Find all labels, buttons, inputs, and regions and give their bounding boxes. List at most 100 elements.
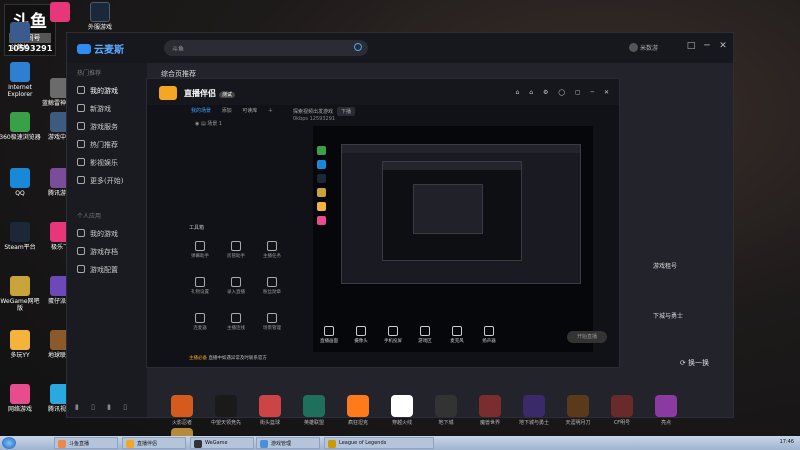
avatar — [629, 43, 638, 52]
steam-icon — [90, 2, 110, 22]
toolbox-item[interactable]: 粉丝勋章 — [255, 277, 289, 295]
desktop-icon[interactable]: 多玩YY — [0, 330, 42, 359]
bottom-tool[interactable]: 麦克风 — [441, 326, 473, 344]
sidebar-item[interactable]: 影视娱乐 — [67, 154, 147, 172]
bottom-tool[interactable]: 手机投屏 — [377, 326, 409, 344]
taskbar-item[interactable]: 斗鱼直播 — [54, 437, 118, 449]
game-tile[interactable]: 地下城 — [425, 395, 467, 426]
sidebar-item[interactable]: 游戏存档 — [67, 243, 147, 261]
game-tile[interactable]: 穿越火线 — [381, 395, 423, 426]
tab-my-scenes[interactable]: 我的场景 — [191, 108, 211, 114]
swap-button[interactable]: ⟳ 换一换 — [680, 358, 709, 368]
desktop-icon[interactable]: Internet Explorer — [0, 62, 42, 98]
toolbox-item[interactable]: 弹幕助手 — [183, 241, 217, 259]
stream-status-badge[interactable]: 下播 — [337, 107, 356, 116]
streaming-header-icons[interactable]: ⌂ ⌂ ⚙ ◯ ▢ ─ ✕ — [516, 89, 609, 96]
sidebar-item[interactable]: 热门推荐 — [67, 136, 147, 154]
tool-icon — [195, 241, 205, 251]
desktop-icon[interactable]: WeGame网吧版 — [0, 276, 42, 312]
sidebar-bottom-icons[interactable]: ▮ ▯ ▮ ▯ — [75, 403, 127, 411]
taskbar-item[interactable]: 直播伴侣 — [122, 437, 186, 449]
client-search-input[interactable]: 斗鱼 — [164, 40, 368, 56]
game-label: 街头篮球 — [259, 420, 280, 426]
game-label: 地下城与勇士 — [518, 420, 549, 426]
system-clock[interactable]: 17:46 — [780, 439, 794, 445]
toolbox-item[interactable]: 礼物设置 — [183, 277, 217, 295]
game-tile[interactable]: 街头篮球 — [249, 395, 291, 426]
toolbox-item[interactable]: 主播连线 — [219, 313, 253, 331]
stream-info: 探索视频出发游戏 下播 — [293, 107, 356, 116]
menu-icon — [77, 176, 85, 184]
game-icon — [611, 395, 633, 417]
desktop-icon[interactable]: 360极速浏览器 — [0, 112, 42, 141]
task-label: 直播伴侣 — [137, 441, 158, 447]
bottom-tool[interactable]: 扬声器 — [473, 326, 505, 344]
taskbar-item[interactable]: WeGame — [190, 437, 254, 449]
minimize-button[interactable]: ─ — [701, 41, 713, 51]
app-icon — [50, 2, 70, 22]
game-tile[interactable]: CF明号 — [601, 395, 643, 426]
maximize-button[interactable]: □ — [685, 41, 697, 51]
close-button[interactable]: ✕ — [717, 41, 729, 51]
bottom-tool[interactable]: 游戏区 — [409, 326, 441, 344]
game-label: 火影忍者 — [171, 420, 192, 426]
desktop-icon[interactable]: 计算机 — [0, 22, 42, 51]
bottom-tool-icon — [420, 326, 430, 336]
desktop-icon[interactable] — [38, 2, 82, 24]
sidebar-item[interactable]: 我的游戏 — [67, 225, 147, 243]
sidebar-item[interactable]: 更多(开始) — [67, 172, 147, 190]
sidebar-item[interactable]: 游戏配置 — [67, 261, 147, 279]
desktop-icon-overseas[interactable]: 外服游戏 — [78, 2, 122, 31]
game-tile[interactable]: 中望天领竞先 — [205, 395, 247, 426]
sidebar-item[interactable]: 新游戏 — [67, 100, 147, 118]
game-tile[interactable]: 英雄联盟 — [293, 395, 335, 426]
desktop-icon-label: WeGame网吧版 — [0, 298, 40, 312]
taskbar-item[interactable]: League of Legends — [324, 437, 434, 449]
game-tile[interactable]: 魔兽世界 — [469, 395, 511, 426]
client-user[interactable]: 米数游 — [629, 43, 658, 52]
bottom-tool-icon — [324, 326, 334, 336]
bottom-tool[interactable]: 摄像头 — [345, 326, 377, 344]
sidebar-item-label: 游戏服务 — [90, 123, 118, 131]
tool-icon — [267, 313, 277, 323]
tool-label: 弹幕助手 — [191, 254, 209, 259]
sidebar-item[interactable]: 游戏服务 — [67, 118, 147, 136]
desktop-icon[interactable]: Steam平台 — [0, 222, 42, 251]
game-tile[interactable]: 火影忍者 — [161, 395, 203, 426]
taskbar-item[interactable]: 游戏管理 — [256, 437, 320, 449]
menu-icon — [77, 122, 85, 130]
game-icon — [435, 395, 457, 417]
game-label: 地下城 — [438, 420, 454, 426]
add-scene-icon[interactable]: ＋ — [268, 108, 273, 114]
toolbox-item[interactable]: 录入直播 — [219, 277, 253, 295]
toolbox-item[interactable]: 连麦器 — [183, 313, 217, 331]
search-icon[interactable] — [354, 43, 362, 51]
desktop-icon[interactable]: 网络游戏 — [0, 384, 42, 413]
game-tile[interactable]: 亮点 — [645, 395, 687, 426]
toolbox-item[interactable]: 房管助手 — [219, 241, 253, 259]
game-tile[interactable]: 疯狂坦克 — [337, 395, 379, 426]
client-titlebar: 云麦斯 斗鱼 米数游 □ ─ ✕ — [67, 33, 733, 63]
game-tile[interactable]: 天涯明月刀 — [557, 395, 599, 426]
right-panel-item[interactable]: 游戏租号 — [653, 253, 723, 279]
right-panel-item[interactable]: 下城与勇士 — [653, 303, 723, 329]
tab-add[interactable]: 添加 — [222, 108, 232, 114]
tab-library[interactable]: 可读库 — [242, 108, 257, 114]
toolbox-item[interactable]: 主播任务 — [255, 241, 289, 259]
app-icon — [10, 330, 30, 350]
sidebar-section-title: 个人应用 — [77, 213, 102, 220]
desktop-icon[interactable]: QQ — [0, 168, 42, 197]
start-button[interactable] — [2, 437, 16, 449]
app-icon — [10, 276, 30, 296]
task-icon — [58, 440, 66, 448]
tool-icon — [231, 313, 241, 323]
tool-label: 主播任务 — [263, 254, 281, 259]
start-live-button[interactable]: 开始直播 — [567, 331, 607, 343]
task-icon — [194, 440, 202, 448]
toolbox-item[interactable]: 场景管理 — [255, 313, 289, 331]
scene-item[interactable]: ◉ ▤ 场景 1 — [195, 120, 222, 127]
bottom-tool[interactable]: 直播画面 — [313, 326, 345, 344]
game-tile[interactable]: 地下城与勇士 — [513, 395, 555, 426]
game-icon — [171, 395, 193, 417]
sidebar-item[interactable]: 我的游戏 — [67, 82, 147, 100]
